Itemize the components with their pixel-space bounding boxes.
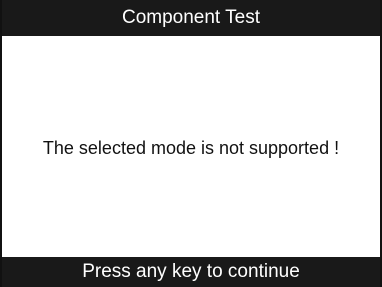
status-message: The selected mode is not supported ! — [42, 138, 340, 158]
page-title: Component Test — [121, 7, 260, 28]
device-screen: Component Test The selected mode is not … — [0, 0, 382, 287]
message-area: The selected mode is not supported ! — [2, 36, 380, 257]
continue-prompt-bar[interactable]: Press any key to continue — [2, 257, 380, 287]
continue-prompt: Press any key to continue — [82, 261, 300, 282]
title-bar: Component Test — [2, 0, 380, 36]
